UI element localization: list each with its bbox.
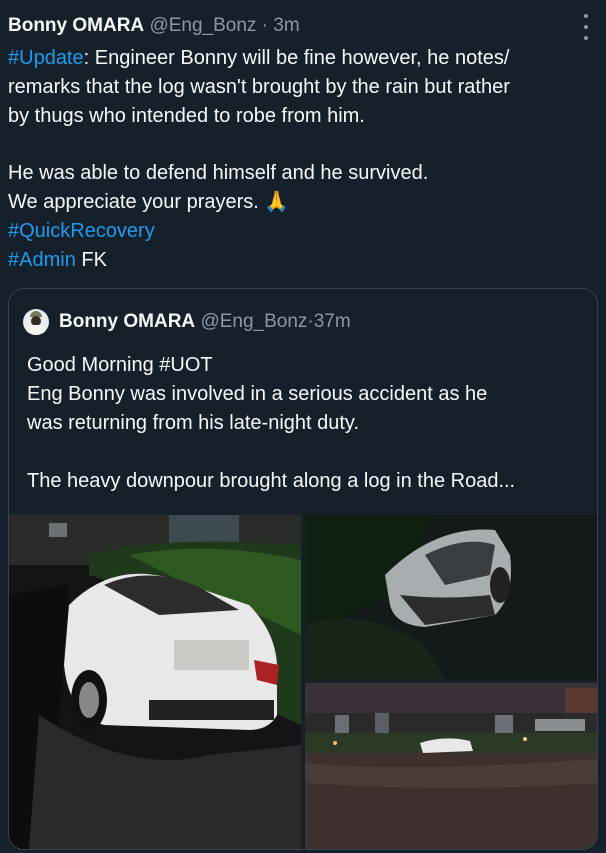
quoted-tweet-time[interactable]: 37m	[314, 310, 351, 334]
tweet-header: Bonny OMARA @Eng_Bonz · 3m	[8, 14, 566, 38]
quoted-author-name[interactable]: Bonny OMARA	[59, 310, 195, 334]
quoted-tweet-text: Good Morning #UOT Eng Bonny was involved…	[27, 351, 587, 496]
hashtag-update[interactable]: #Update	[8, 47, 84, 69]
tweet-line: #Admin FK	[8, 249, 107, 271]
hashtag-admin[interactable]: #Admin	[8, 249, 76, 271]
avatar[interactable]	[23, 309, 49, 335]
tweet-line: He was able to defend himself and he sur…	[8, 162, 429, 184]
quoted-line: The heavy downpour brought along a log i…	[27, 470, 516, 492]
more-options-icon[interactable]	[580, 14, 592, 40]
quoted-line: was returning from his late-night duty.	[27, 412, 360, 434]
tweet-time[interactable]: 3m	[273, 15, 299, 36]
quoted-tweet-header: Bonny OMARA @Eng_Bonz · 37m	[23, 309, 351, 335]
tweet-text: #Update: Engineer Bonny will be fine how…	[8, 44, 598, 275]
time-separator: ·	[256, 15, 274, 36]
media-grid	[9, 515, 597, 849]
tweet-line: We appreciate your prayers. 🙏	[8, 191, 290, 213]
quoted-tweet-card[interactable]: Bonny OMARA @Eng_Bonz · 37m Good Morning…	[8, 288, 598, 850]
quoted-author-handle[interactable]: @Eng_Bonz	[200, 310, 307, 334]
hashtag-quickrecovery[interactable]: #QuickRecovery	[8, 220, 155, 242]
tweet-line: remarks that the log wasn't brought by t…	[8, 76, 510, 98]
photo-car-front-night[interactable]	[305, 515, 597, 679]
quoted-line: Good Morning #UOT	[27, 354, 213, 376]
photo-car-rear[interactable]	[9, 515, 301, 849]
author-name[interactable]: Bonny OMARA	[8, 15, 144, 36]
quoted-line: Eng Bonny was involved in a serious acci…	[27, 383, 488, 405]
tweet-line: #QuickRecovery	[8, 217, 598, 246]
photo-flooded-road[interactable]	[305, 683, 597, 849]
tweet-line: by thugs who intended to robe from him.	[8, 105, 365, 127]
tweet-line: #Update: Engineer Bonny will be fine how…	[8, 47, 510, 69]
author-handle[interactable]: @Eng_Bonz	[149, 15, 256, 36]
